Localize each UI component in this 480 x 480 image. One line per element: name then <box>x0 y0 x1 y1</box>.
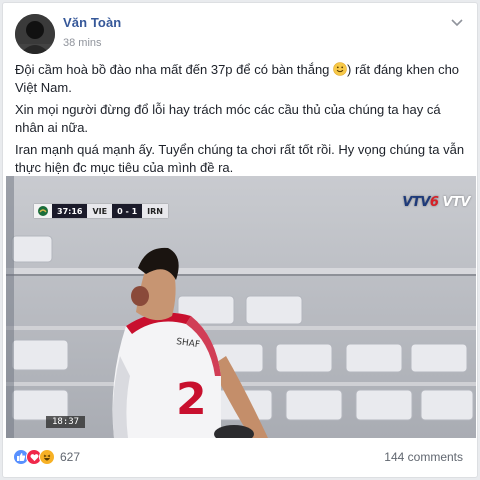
smiley-icon <box>333 62 347 76</box>
post-paragraph: Đội cầm hoà bồ đào nha mất đến 37p để có… <box>15 61 467 97</box>
comments-count-link[interactable]: 144 comments <box>384 450 463 464</box>
broadcaster-part: VTV <box>402 195 430 210</box>
broadcaster-logo: VTV6 VTV <box>402 195 470 210</box>
chevron-down-icon[interactable] <box>449 15 465 31</box>
broadcaster-part: VTV <box>442 195 471 210</box>
broadcaster-part: 6 <box>429 195 439 210</box>
author-name[interactable]: Văn Toàn <box>63 15 121 30</box>
video-player[interactable]: 2 SHAF 37:16 VIE 0 - 1 IRN VTV6 VTV 18:3… <box>6 176 476 438</box>
replay-clock: 18:37 <box>46 416 86 428</box>
tournament-logo-icon <box>34 204 52 218</box>
reactions-summary[interactable]: 627 <box>13 449 80 465</box>
scorebug: 37:16 VIE 0 - 1 IRN <box>34 204 168 218</box>
svg-text:2: 2 <box>176 374 207 425</box>
match-clock: 37:16 <box>52 204 88 218</box>
match-score: 0 - 1 <box>112 204 143 218</box>
post-body: Đội cầm hoà bồ đào nha mất đến 37p để có… <box>15 61 467 181</box>
post-paragraph: Iran mạnh quá mạnh ấy. Tuyển chúng ta ch… <box>15 142 465 175</box>
post-timestamp[interactable]: 38 mins <box>63 37 102 49</box>
avatar[interactable] <box>15 14 55 54</box>
reaction-count[interactable]: 627 <box>60 450 80 464</box>
post-text-segment: Đội cầm hoà bồ đào nha mất đến 37p để có… <box>15 62 334 77</box>
post-card: Văn Toàn 38 mins Đội cầm hoà bồ đào nha … <box>2 2 478 478</box>
home-team: VIE <box>87 204 113 218</box>
away-team: IRN <box>142 204 168 218</box>
post-paragraph: Xin mọi người đừng đổ lỗi hay trách móc … <box>15 102 441 135</box>
haha-icon[interactable] <box>39 449 55 465</box>
